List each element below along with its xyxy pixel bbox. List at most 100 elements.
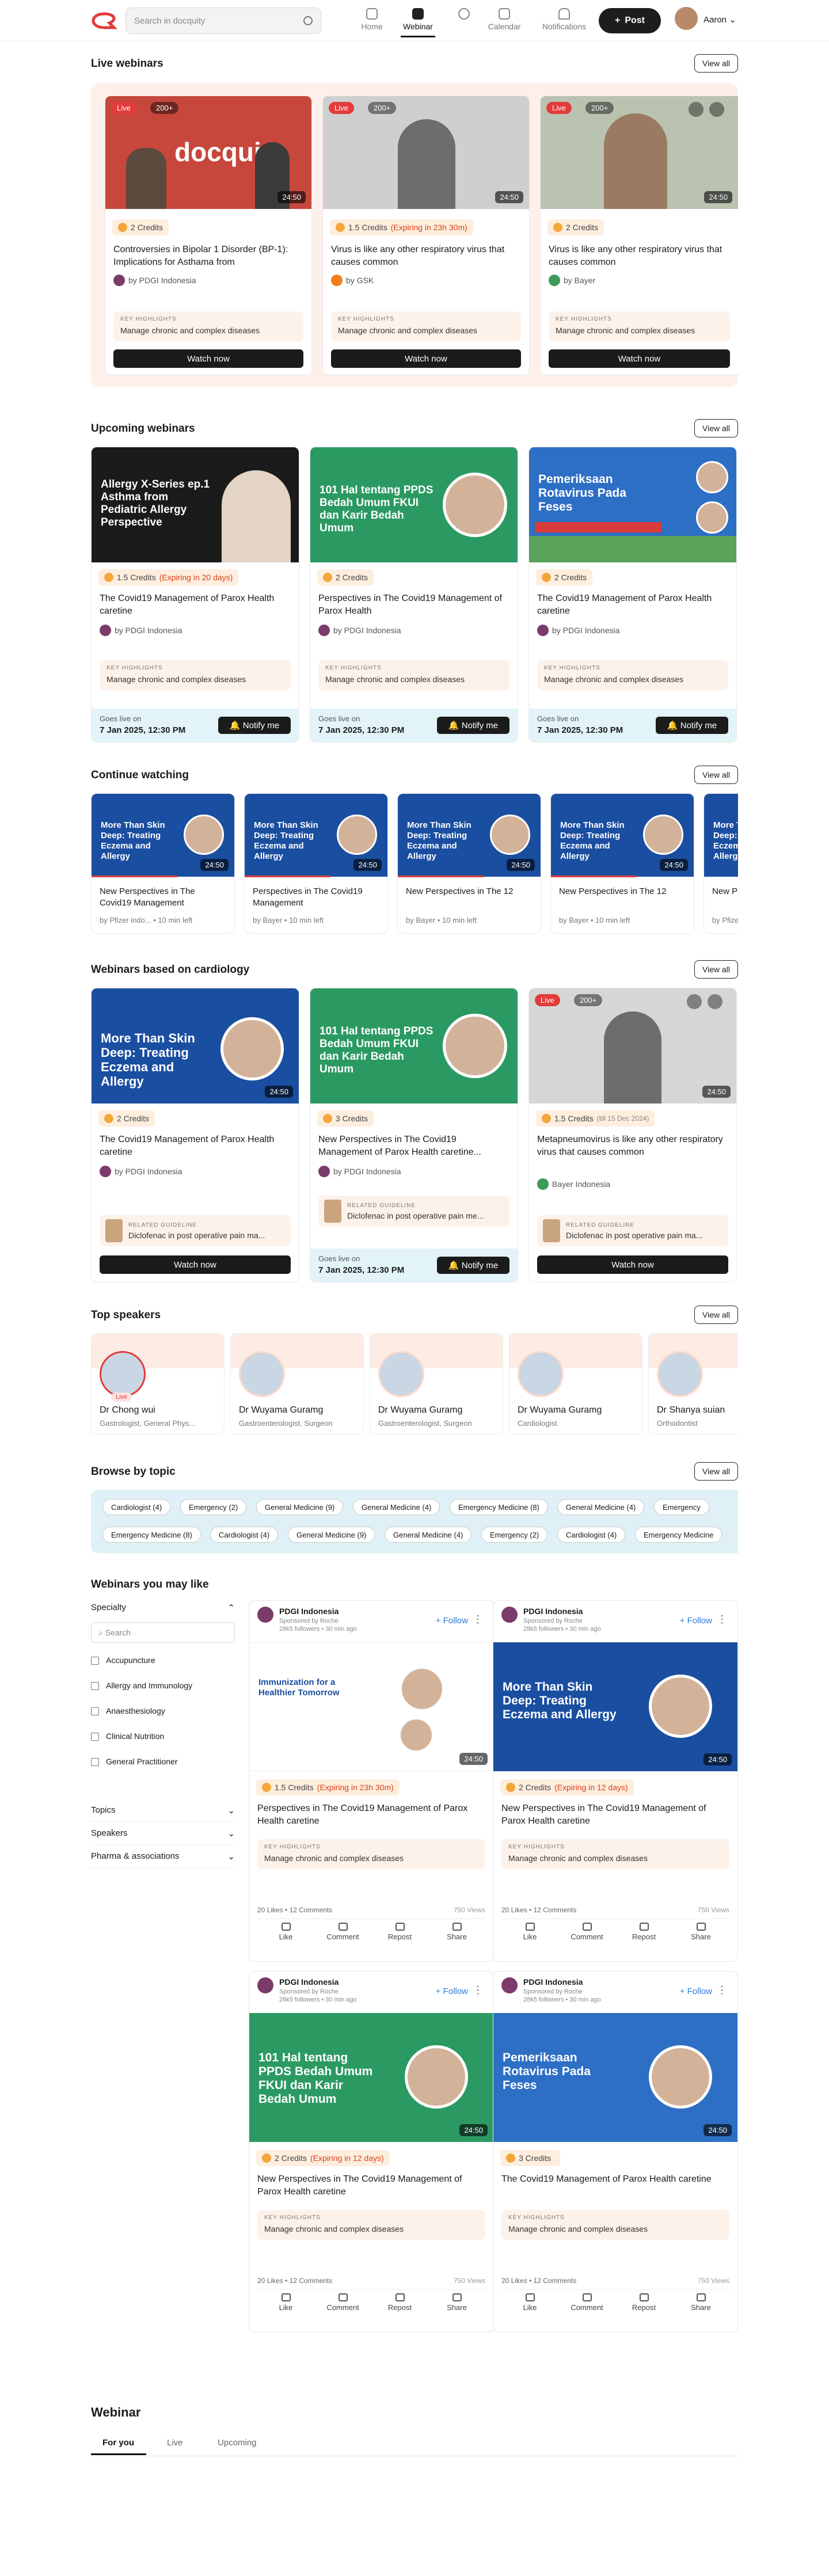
filter-group-header[interactable]: Pharma & associations ⌄ — [91, 1851, 235, 1868]
likes-comments[interactable]: 20 Likes • 12 Comments — [501, 2277, 576, 2285]
specialty-search-input[interactable]: ⌕ Search — [91, 1622, 235, 1643]
cardiology-card[interactable]: 101 Hal tentang PPDS Bedah Umum FKUI dan… — [310, 988, 518, 1283]
webinar-thumbnail[interactable]: 101 Hal tentang PPDS Bedah Umum FKUI dan… — [310, 447, 518, 562]
mute-icon[interactable] — [709, 102, 724, 117]
specialty-option[interactable]: Allergy and Immunology — [91, 1681, 235, 1691]
watch-now-button[interactable]: Watch now — [331, 349, 521, 368]
webinar-title[interactable]: Perspectives in The Covid19 Management — [253, 886, 379, 909]
likes-comments[interactable]: 20 Likes • 12 Comments — [257, 2277, 332, 2285]
mute-icon[interactable] — [708, 994, 722, 1009]
likes-comments[interactable]: 20 Likes • 12 Comments — [257, 1906, 332, 1914]
speaker-card[interactable]: Dr Wuyama Guramg Cardiologist — [509, 1333, 642, 1435]
specialty-option[interactable]: Clinical Nutrition — [91, 1732, 235, 1741]
continue-card[interactable]: More Than Skin Deep: Treating Eczema and… — [703, 793, 738, 934]
speaker-card[interactable]: Live Dr Chong wui Gastrologist, General Ph… — [91, 1333, 225, 1435]
repost-button[interactable]: Repost — [371, 1919, 428, 1944]
org-logo[interactable] — [501, 1977, 518, 1993]
comment-button[interactable]: Comment — [314, 1919, 371, 1944]
checkbox[interactable] — [91, 1758, 99, 1767]
like-button[interactable]: Like — [501, 1919, 558, 1944]
follow-button[interactable]: + Follow — [680, 1616, 712, 1626]
share-button[interactable]: Share — [672, 1919, 729, 1944]
comment-button[interactable]: Comment — [558, 2290, 615, 2315]
topic-chip[interactable]: Cardiologist (4) — [102, 1499, 171, 1515]
view-all-button[interactable]: View all — [694, 1306, 738, 1324]
checkbox[interactable] — [91, 1733, 99, 1741]
topic-chip[interactable]: Emergency (2) — [481, 1527, 548, 1543]
notify-me-button[interactable]: 🔔 Notify me — [437, 1257, 509, 1274]
topic-chip[interactable]: General Medicine (9) — [256, 1499, 344, 1515]
watch-now-button[interactable]: Watch now — [549, 349, 730, 368]
watch-now-button[interactable]: Watch now — [537, 1255, 728, 1274]
comment-button[interactable]: Comment — [314, 2290, 371, 2315]
continue-card[interactable]: More Than Skin Deep: Treating Eczema and… — [397, 793, 541, 934]
feed-card[interactable]: PDGI Indonesia Sponsored by Roche 28k5 fol… — [493, 1600, 738, 1962]
webinar-thumbnail[interactable]: Live 200+ 24:50 — [323, 96, 529, 209]
share-button[interactable]: Share — [428, 2290, 485, 2315]
like-button[interactable]: Like — [257, 1919, 314, 1944]
webinar-title[interactable]: New Perspectives in The Covid19 Manageme… — [257, 2173, 485, 2198]
like-button[interactable]: Like — [501, 2290, 558, 2315]
nav-calendar[interactable]: Calendar — [481, 8, 527, 31]
pip-icon[interactable] — [687, 994, 702, 1009]
webinar-title[interactable]: Perspectives in The Covid19 Management o… — [257, 1802, 485, 1828]
watch-now-button[interactable]: Watch now — [113, 349, 303, 368]
org-name[interactable]: PDGI Indonesia — [523, 1607, 583, 1616]
user-menu[interactable]: Aaron ⌄ — [703, 14, 736, 25]
tab-live[interactable]: Live — [167, 2438, 183, 2448]
follow-button[interactable]: + Follow — [436, 1987, 468, 1996]
likes-comments[interactable]: 20 Likes • 12 Comments — [501, 1906, 576, 1914]
view-all-button[interactable]: View all — [694, 54, 738, 73]
specialty-option[interactable]: Accupuncture — [91, 1656, 235, 1665]
webinar-title[interactable]: The Covid19 Management of Parox Health c… — [501, 2173, 729, 2186]
webinar-thumbnail[interactable]: More Than Skin Deep: Treating Eczema and… — [245, 794, 387, 877]
notify-me-button[interactable]: 🔔 Notify me — [437, 717, 509, 734]
webinar-title[interactable]: New Perspectives in The Covid19 — [712, 886, 738, 897]
webinar-thumbnail[interactable]: Live 200+ 24:50 — [541, 96, 738, 209]
search-input[interactable]: Search in docquity — [126, 7, 321, 34]
webinar-thumbnail[interactable]: More Than Skin Deep: Treating Eczema and… — [551, 794, 694, 877]
pip-icon[interactable] — [689, 102, 703, 117]
nav-home[interactable]: Home — [349, 8, 395, 31]
topic-chip[interactable]: Emergency Medicine (8) — [450, 1499, 548, 1515]
watch-now-button[interactable]: Watch now — [100, 1255, 291, 1274]
nav-notifications[interactable]: Notifications — [535, 8, 593, 31]
topic-chip[interactable]: Cardiologist (4) — [557, 1527, 626, 1543]
view-all-button[interactable]: View all — [694, 419, 738, 437]
share-button[interactable]: Share — [428, 1919, 485, 1944]
upcoming-card[interactable]: Allergy X-Series ep.1 Asthma from Pediat… — [91, 447, 299, 743]
repost-button[interactable]: Repost — [615, 1919, 672, 1944]
webinar-title[interactable]: The Covid19 Management of Parox Health c… — [100, 1133, 291, 1159]
tab-upcoming[interactable]: Upcoming — [218, 2438, 257, 2448]
org-logo[interactable] — [257, 1607, 273, 1623]
webinar-thumbnail[interactable]: Live 200+ 24:50 — [529, 988, 736, 1104]
like-button[interactable]: Like — [257, 2290, 314, 2315]
topic-chip[interactable]: General Medicine (4) — [385, 1527, 472, 1543]
related-guideline[interactable]: RELATED GUIDELINE Diclofenac in post oper… — [318, 1196, 509, 1227]
more-options-icon[interactable]: ⋮ — [717, 1614, 727, 1626]
webinar-thumbnail[interactable]: More Than Skin Deep: Treating Eczema and… — [92, 794, 234, 877]
feed-card[interactable]: PDGI Indonesia Sponsored by Roche 28k5 fol… — [249, 1600, 494, 1962]
specialty-filter-header[interactable]: Specialty ⌃ — [91, 1603, 235, 1616]
topic-chip[interactable]: Cardiologist (4) — [210, 1527, 279, 1543]
view-all-button[interactable]: View all — [694, 766, 738, 784]
continue-card[interactable]: More Than Skin Deep: Treating Eczema and… — [244, 793, 388, 934]
more-options-icon[interactable]: ⋮ — [717, 1984, 727, 1996]
webinar-title[interactable]: Virus is like any other respiratory viru… — [331, 243, 521, 269]
continue-card[interactable]: More Than Skin Deep: Treating Eczema and… — [550, 793, 694, 934]
org-logo[interactable] — [257, 1977, 273, 1993]
webinar-title[interactable]: New Perspectives in The Covid19 Manageme… — [100, 886, 226, 909]
webinar-thumbnail[interactable]: More Than Skin Deep: Treating Eczema and… — [704, 794, 738, 877]
upcoming-card[interactable]: 101 Hal tentang PPDS Bedah Umum FKUI dan… — [310, 447, 518, 743]
topic-chip[interactable]: General Medicine (9) — [288, 1527, 375, 1543]
topic-chip[interactable]: Emergency Medicine — [635, 1527, 722, 1543]
specialty-option[interactable]: General Practitioner — [91, 1757, 235, 1767]
webinar-thumbnail[interactable]: 101 Hal tentang PPDS Bedah Umum FKUI dan… — [249, 2013, 493, 2142]
more-options-icon[interactable]: ⋮ — [473, 1984, 483, 1996]
view-all-button[interactable]: View all — [694, 1462, 738, 1481]
checkbox[interactable] — [91, 1657, 99, 1665]
continue-card[interactable]: More Than Skin Deep: Treating Eczema and… — [91, 793, 235, 934]
notify-me-button[interactable]: 🔔 Notify me — [656, 717, 728, 734]
cardiology-card[interactable]: Live 200+ 24:50 1.5 Credits (till 15 Dec … — [528, 988, 737, 1283]
follow-button[interactable]: + Follow — [436, 1616, 468, 1626]
